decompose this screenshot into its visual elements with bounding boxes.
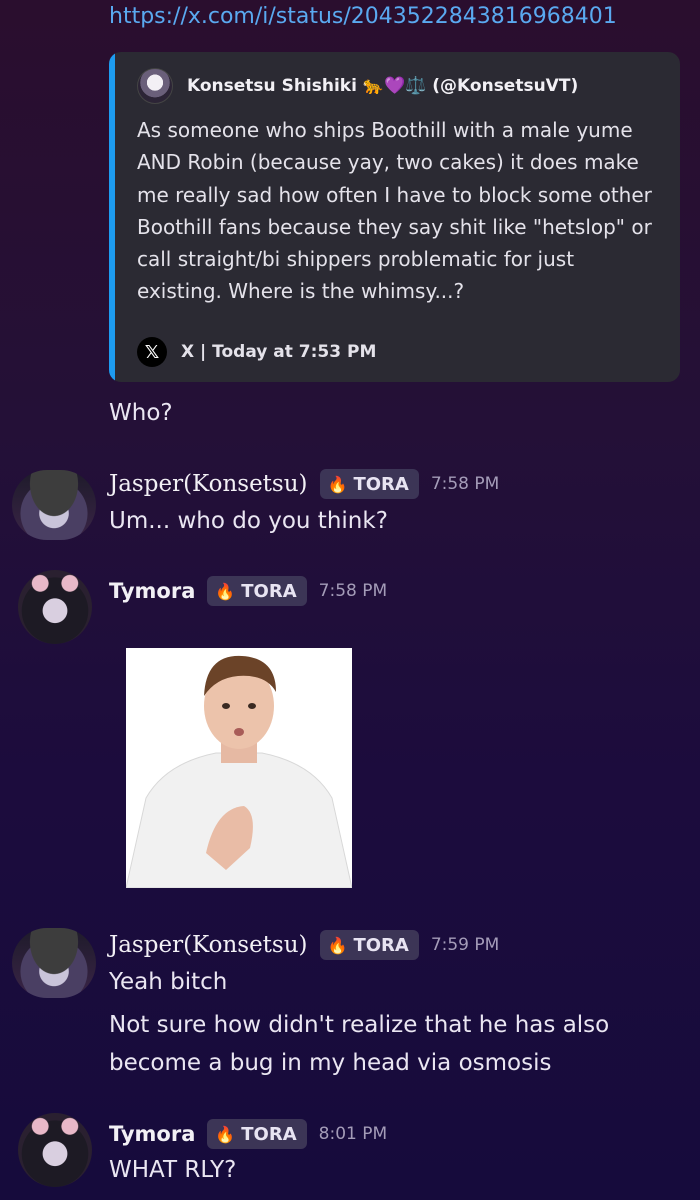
role-tag[interactable]: 🔥 TORA bbox=[207, 576, 307, 606]
timestamp: 8:01 PM bbox=[318, 1124, 388, 1144]
message-header: Jasper(Konsetsu) 🔥 TORA 7:59 PM bbox=[109, 930, 499, 960]
message-text: Who? bbox=[109, 400, 173, 426]
timestamp: 7:59 PM bbox=[430, 935, 500, 955]
role-tag-label: TORA bbox=[241, 580, 297, 602]
role-tag-label: TORA bbox=[353, 934, 409, 956]
message-text: become a bug in my head via osmosis bbox=[109, 1050, 552, 1076]
message-header: Jasper(Konsetsu) 🔥 TORA 7:58 PM bbox=[109, 469, 499, 499]
message-header: Tymora 🔥 TORA 7:58 PM bbox=[109, 576, 387, 606]
timestamp: 7:58 PM bbox=[430, 474, 500, 494]
avatar[interactable] bbox=[12, 928, 96, 998]
role-tag[interactable]: 🔥 TORA bbox=[319, 930, 419, 960]
flame-icon: 🔥 bbox=[327, 474, 348, 494]
flame-icon: 🔥 bbox=[215, 1124, 236, 1144]
embed-footer-text: X | Today at 7:53 PM bbox=[181, 342, 377, 362]
message-text: Um... who do you think? bbox=[109, 508, 388, 534]
embed-author: Konsetsu Shishiki 🐆💜⚖️ (@KonsetsuVT) bbox=[137, 68, 578, 104]
tweet-embed[interactable]: Konsetsu Shishiki 🐆💜⚖️ (@KonsetsuVT) As … bbox=[109, 52, 680, 382]
avatar[interactable] bbox=[12, 470, 96, 540]
role-tag-label: TORA bbox=[241, 1123, 297, 1145]
message-text: Not sure how didn't realize that he has … bbox=[109, 1012, 610, 1038]
embed-author-name[interactable]: Konsetsu Shishiki 🐆💜⚖️ (@KonsetsuVT) bbox=[187, 76, 578, 96]
embed-text: As someone who ships Boothill with a mal… bbox=[137, 118, 652, 304]
role-tag[interactable]: 🔥 TORA bbox=[207, 1119, 307, 1149]
embed-accent-bar bbox=[109, 52, 115, 382]
username[interactable]: Tymora bbox=[109, 579, 195, 603]
x-logo-icon: 𝕏 bbox=[137, 337, 167, 367]
avatar[interactable] bbox=[18, 1113, 92, 1187]
avatar[interactable] bbox=[18, 570, 92, 644]
username[interactable]: Jasper(Konsetsu) bbox=[109, 932, 308, 958]
message-text: Yeah bitch bbox=[109, 969, 228, 995]
username[interactable]: Tymora bbox=[109, 1122, 195, 1146]
embed-author-avatar bbox=[137, 68, 173, 104]
tweet-link[interactable]: https://x.com/i/status/20435228438169684… bbox=[109, 4, 617, 29]
message-header: Tymora 🔥 TORA 8:01 PM bbox=[109, 1119, 387, 1149]
message-text: WHAT RLY? bbox=[109, 1157, 237, 1183]
sticker-image[interactable] bbox=[126, 648, 352, 888]
embed-footer: 𝕏 X | Today at 7:53 PM bbox=[137, 337, 376, 367]
role-tag-label: TORA bbox=[353, 473, 409, 495]
timestamp: 7:58 PM bbox=[318, 581, 388, 601]
username[interactable]: Jasper(Konsetsu) bbox=[109, 471, 308, 497]
role-tag[interactable]: 🔥 TORA bbox=[319, 469, 419, 499]
flame-icon: 🔥 bbox=[215, 581, 236, 601]
flame-icon: 🔥 bbox=[327, 935, 348, 955]
